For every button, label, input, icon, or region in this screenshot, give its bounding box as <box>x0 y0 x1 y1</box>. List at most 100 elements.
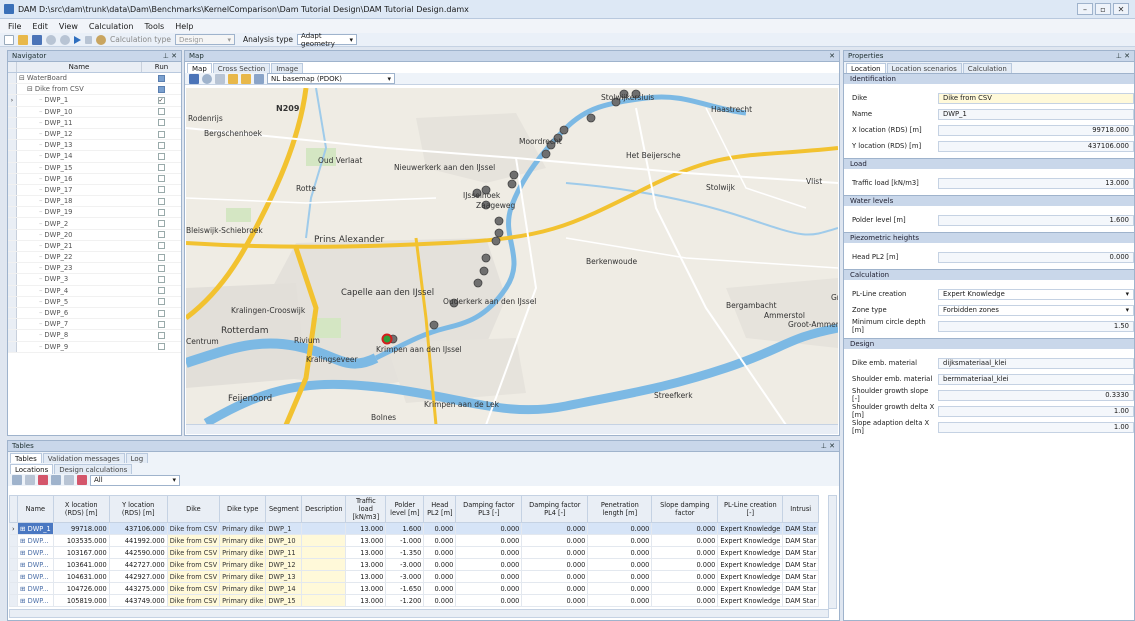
table-cell[interactable]: 103167.000 <box>52 546 110 559</box>
tab-design-calculations[interactable]: Design calculations <box>54 464 133 474</box>
table-cell[interactable]: ⊞ DWP... <box>17 582 54 595</box>
table-cell[interactable]: 104631.000 <box>52 570 110 583</box>
property-value[interactable]: Dike from CSV <box>938 92 1134 104</box>
table-cell[interactable]: 0.000 <box>423 570 457 583</box>
tab-locations[interactable]: Locations <box>10 464 54 474</box>
run-checkbox[interactable] <box>157 298 165 306</box>
column-header[interactable]: Traffic load [kN/m3] <box>345 495 387 523</box>
table-cell[interactable]: 0.000 <box>587 558 653 571</box>
property-value[interactable]: DWP_1 <box>938 108 1134 120</box>
table-cell[interactable]: Expert Knowledge <box>717 570 784 583</box>
table-cell[interactable]: 13.000 <box>345 558 387 571</box>
table-cell[interactable]: 0.000 <box>651 582 719 595</box>
run-checkbox[interactable] <box>157 343 165 351</box>
tab-location[interactable]: Location <box>846 63 886 73</box>
table-cell[interactable]: 0.000 <box>521 558 589 571</box>
table-row[interactable]: ⊞ DWP... 104726.000 443275.000 Dike from CS… <box>9 582 820 595</box>
table-cell[interactable]: Primary dike <box>219 522 267 535</box>
property-value[interactable]: 0.000 <box>938 251 1134 263</box>
basemap-select[interactable]: NL basemap (PDOK) ▾ <box>267 73 395 84</box>
run-checkbox[interactable] <box>157 164 165 172</box>
undo-icon[interactable] <box>46 34 56 45</box>
table-cell[interactable]: 0.000 <box>423 534 457 547</box>
table-cell[interactable]: DAM Star <box>782 594 820 607</box>
table-cell[interactable]: 0.000 <box>587 594 653 607</box>
table-cell[interactable]: 0.000 <box>521 570 589 583</box>
expand-icon[interactable]: ⊞ <box>20 549 26 557</box>
panel-pin-close-icon[interactable]: ⊥ ✕ <box>1116 52 1130 60</box>
table-cell[interactable]: 0.000 <box>587 522 653 535</box>
map-marker[interactable] <box>586 113 596 123</box>
table-cell[interactable]: 0.000 <box>455 594 523 607</box>
table-cell[interactable]: Primary dike <box>219 582 267 595</box>
column-header[interactable]: Intrusi <box>782 495 820 523</box>
table-cell[interactable]: 0.000 <box>455 582 523 595</box>
menu-tools[interactable]: Tools <box>145 22 165 31</box>
tree-node-location[interactable]: – DWP_11 <box>8 117 181 129</box>
tree-node-waterboard[interactable]: ⊟ WaterBoard <box>8 73 181 85</box>
column-header[interactable]: Dike type <box>219 495 267 523</box>
table-cell[interactable] <box>301 558 347 571</box>
table-row[interactable]: ⊞ DWP... 105819.000 443749.000 Dike from CS… <box>9 594 820 607</box>
run-icon[interactable] <box>74 35 81 44</box>
table-row[interactable]: › ⊞ DWP_1 99718.000 437106.000 Dike from CSV… <box>9 522 820 535</box>
pan-icon[interactable] <box>189 73 199 84</box>
table-cell[interactable]: Dike from CSV <box>166 558 221 571</box>
map-canvas[interactable]: Stolwijkersluis Haastrecht N209 Rodenrij… <box>186 88 838 425</box>
table-cell[interactable]: 443275.000 <box>108 582 168 595</box>
table-cell[interactable]: Dike from CSV <box>166 582 221 595</box>
run-checkbox[interactable] <box>157 231 165 239</box>
tree-node-location[interactable]: – DWP_16 <box>8 173 181 185</box>
table-cell[interactable]: Primary dike <box>219 558 267 571</box>
table-cell[interactable]: ⊞ DWP_1 <box>17 522 54 535</box>
run-checkbox[interactable] <box>157 108 165 116</box>
map-marker[interactable] <box>481 253 491 263</box>
run-checkbox[interactable] <box>157 275 165 283</box>
column-header[interactable]: Damping factor PL4 [-] <box>521 495 589 523</box>
table-cell[interactable]: 0.000 <box>587 582 653 595</box>
export-table-icon[interactable] <box>77 475 87 485</box>
table-cell[interactable]: DAM Star <box>782 582 820 595</box>
table-cell[interactable]: Dike from CSV <box>166 594 221 607</box>
run-checkbox[interactable] <box>157 175 165 183</box>
table-cell[interactable]: 0.000 <box>455 534 523 547</box>
filter-icon[interactable] <box>51 475 61 485</box>
collapse-icon[interactable]: ⊟ <box>19 74 25 82</box>
close-icon[interactable]: ✕ <box>829 52 835 60</box>
column-header[interactable]: Description <box>301 495 347 523</box>
expand-icon[interactable]: ⊞ <box>20 597 26 605</box>
close-button[interactable]: ✕ <box>1113 3 1129 15</box>
run-checkbox[interactable] <box>157 186 165 194</box>
table-cell[interactable]: Dike from CSV <box>166 522 221 535</box>
property-value[interactable]: Forbidden zones ▾ <box>938 304 1134 316</box>
map-marker[interactable] <box>507 179 517 189</box>
tree-node-location[interactable]: – DWP_17 <box>8 184 181 197</box>
legend-icon[interactable] <box>215 73 225 84</box>
menu-file[interactable]: File <box>8 22 21 31</box>
table-cell[interactable]: 0.000 <box>521 582 589 595</box>
column-header[interactable]: Dike <box>166 495 221 523</box>
tree-node-location[interactable]: – DWP_23 <box>8 263 181 275</box>
save-icon[interactable] <box>32 34 42 45</box>
table-cell[interactable]: 0.000 <box>455 522 523 535</box>
table-cell[interactable]: 0.000 <box>587 546 653 559</box>
column-header[interactable]: Y location (RDS) [m] <box>108 495 168 523</box>
table-row[interactable]: ⊞ DWP... 103535.000 441992.000 Dike from CS… <box>9 534 820 547</box>
table-cell[interactable]: -1.650 <box>385 582 425 595</box>
table-cell[interactable]: 0.000 <box>423 582 457 595</box>
table-cell[interactable]: 13.000 <box>345 582 387 595</box>
maximize-button[interactable]: ▫ <box>1095 3 1111 15</box>
table-row[interactable]: ⊞ DWP... 103641.000 442727.000 Dike from CS… <box>9 558 820 571</box>
menu-view[interactable]: View <box>59 22 78 31</box>
table-cell[interactable]: 0.000 <box>651 570 719 583</box>
add-row-icon[interactable] <box>12 475 22 485</box>
tab-tables[interactable]: Tables <box>10 453 42 463</box>
tree-node-location[interactable]: – DWP_13 <box>8 140 181 152</box>
table-cell[interactable]: DAM Star <box>782 570 820 583</box>
table-cell[interactable]: Dike from CSV <box>166 534 221 547</box>
table-cell[interactable]: DWP_15 <box>265 594 303 607</box>
panel-pin-close-icon[interactable]: ⊥ ✕ <box>163 52 177 60</box>
table-cell[interactable]: 0.000 <box>423 594 457 607</box>
panel-pin-close-icon[interactable]: ⊥ ✕ <box>821 442 835 450</box>
column-header[interactable]: Penetration length [m] <box>587 495 653 523</box>
